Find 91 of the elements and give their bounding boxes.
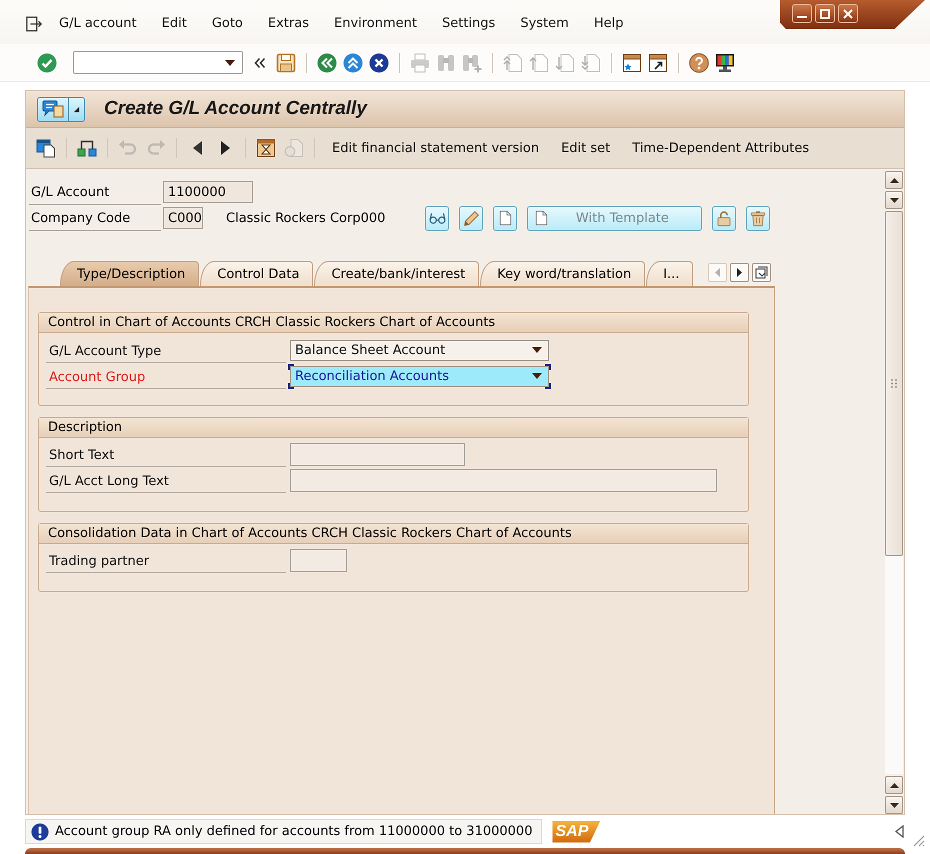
exclamation-icon — [31, 822, 49, 840]
dropdown-caret-icon — [225, 60, 235, 66]
field-label: G/L Account Type — [46, 337, 286, 363]
caret-icon — [532, 347, 542, 353]
window-page-icon[interactable] — [36, 138, 56, 158]
pencil-button[interactable] — [459, 206, 484, 230]
double-chevron-left-icon[interactable] — [254, 56, 266, 68]
field-label: G/L Account — [29, 179, 161, 205]
tab[interactable]: Control Data — [200, 261, 314, 286]
close-button[interactable] — [838, 4, 858, 23]
menu-button[interactable] — [37, 96, 85, 122]
menu-item[interactable]: Environment — [334, 16, 417, 31]
left-chevrons-icon[interactable] — [317, 52, 337, 72]
group-header: Description — [39, 418, 748, 438]
lock-icon — [716, 210, 732, 226]
menu-item[interactable]: Extras — [268, 16, 309, 31]
left-triangle-icon[interactable] — [192, 141, 202, 155]
hourglass-icon[interactable] — [256, 138, 276, 158]
left-triangle-icon — [715, 268, 720, 277]
logo: SAP — [552, 820, 600, 842]
tab[interactable]: Create/bank/interest — [314, 261, 480, 286]
page-icon — [498, 209, 513, 227]
text-input-field[interactable] — [290, 548, 347, 572]
right-triangle-icon — [737, 268, 742, 277]
field-label: Trading partner — [46, 547, 286, 573]
trash-icon — [750, 210, 766, 226]
linked-squares-icon[interactable] — [77, 138, 97, 158]
field-label: Account Group — [46, 363, 286, 389]
dropdown-field[interactable]: Reconciliation Accounts — [290, 366, 549, 386]
menu-item[interactable]: Edit — [162, 16, 187, 31]
field-description: Classic Rockers Corp000 — [226, 210, 386, 226]
toolbar-button[interactable]: Time-Dependent Attributes — [621, 135, 820, 161]
toolbar-button[interactable]: Edit financial statement version — [321, 135, 550, 161]
check-icon[interactable] — [37, 52, 57, 72]
scroll-up-button[interactable] — [885, 776, 903, 794]
field-label: Short Text — [46, 441, 286, 467]
field-label: Company Code — [29, 205, 161, 231]
tab[interactable]: Key word/translation — [480, 261, 646, 286]
x-circle-icon[interactable] — [369, 52, 389, 72]
tab[interactable]: I... — [646, 261, 694, 286]
resize-grip-icon — [911, 833, 925, 847]
down-triangle-icon — [890, 198, 898, 202]
pencil-icon — [462, 210, 480, 226]
input-field[interactable]: 1100000 — [163, 181, 253, 203]
scroll-up-button[interactable] — [885, 171, 903, 189]
left-triangle-icon[interactable] — [895, 824, 904, 838]
grip-icon — [891, 379, 897, 388]
glasses-button[interactable] — [425, 206, 450, 230]
up-triangle-icon — [890, 178, 898, 182]
page-button[interactable] — [493, 206, 518, 230]
menu-item[interactable]: System — [520, 16, 569, 31]
group-header: Control in Chart of Accounts CRCH Classic Rockers Chart of Accounts — [39, 313, 748, 333]
minimize-button[interactable] — [792, 4, 812, 23]
up-triangle-icon — [890, 782, 898, 788]
menu-item[interactable]: Settings — [442, 16, 496, 31]
lock-button[interactable] — [712, 206, 736, 230]
up-chevrons-icon[interactable] — [343, 52, 363, 72]
down-triangle-icon — [890, 802, 898, 808]
menu-item[interactable]: Help — [594, 16, 624, 31]
scroll-down-button[interactable] — [885, 191, 903, 209]
dropdown-field[interactable]: Balance Sheet Account — [290, 340, 549, 360]
tab[interactable]: Type/Description — [60, 261, 200, 286]
menu-icon[interactable] — [25, 14, 43, 32]
text-input-field[interactable] — [290, 468, 717, 492]
save-icon[interactable] — [276, 52, 296, 72]
trash-button[interactable] — [746, 206, 770, 230]
command-field[interactable] — [73, 51, 243, 74]
scroll-down-button[interactable] — [885, 796, 903, 814]
field-label: G/L Acct Long Text — [46, 467, 286, 493]
menu-item[interactable]: G/L account — [59, 16, 137, 31]
tab-scroll-right-button[interactable] — [730, 263, 750, 282]
toolbar-button[interactable]: Edit set — [550, 135, 622, 161]
right-triangle-icon[interactable] — [220, 141, 230, 155]
caret-icon — [532, 373, 542, 379]
scrollbar-thumb[interactable] — [885, 211, 903, 556]
menu-item[interactable]: Goto — [212, 16, 243, 31]
status-message: Account group RA only defined for accounts from 11000000 to 31000000 — [55, 824, 532, 839]
maximize-button[interactable] — [815, 4, 835, 23]
tab-list-button[interactable] — [752, 263, 772, 282]
group-header: Consolidation Data in Chart of Accounts CRCH Classic Rockers Chart of Accounts — [39, 524, 748, 544]
help-icon[interactable] — [689, 52, 709, 72]
maximize-icon — [820, 8, 830, 18]
page-icon — [534, 209, 550, 227]
input-field[interactable]: C000 — [163, 207, 203, 229]
minimize-icon — [797, 16, 807, 18]
window-title: Create G/L Account Centrally — [104, 98, 367, 120]
text-input-field[interactable] — [290, 442, 465, 466]
close-icon — [843, 8, 853, 18]
tab-list-icon — [755, 266, 768, 279]
window-menu-icon — [42, 100, 64, 118]
monitor-icon[interactable] — [715, 52, 735, 72]
